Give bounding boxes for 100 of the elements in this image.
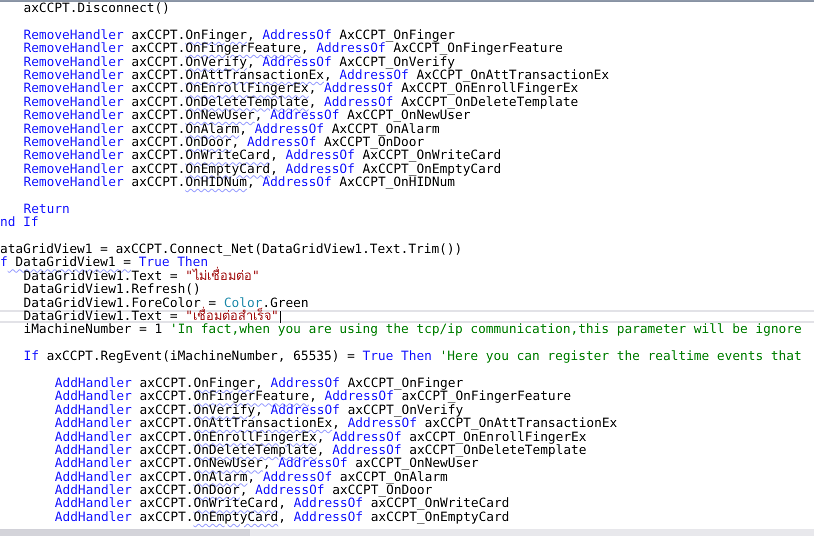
code-keyword: AddressOf xyxy=(270,109,340,123)
code-text: , xyxy=(255,376,263,390)
code-text: , xyxy=(316,444,324,458)
code-identifier: OnEmptyCard xyxy=(185,162,270,176)
code-text: , xyxy=(239,122,247,136)
code-keyword: AddressOf xyxy=(324,82,394,96)
code-keyword: AddressOf xyxy=(339,68,409,82)
code-text: , xyxy=(309,390,317,404)
code-text: AxCCPT_OnHIDNum xyxy=(338,176,455,190)
code-identifier: DataGridView1 = xyxy=(14,256,131,270)
code-text: axCCPT. xyxy=(130,68,186,82)
code-text: , xyxy=(232,136,240,150)
code-text: , xyxy=(278,497,287,511)
code-keyword: AddressOf xyxy=(270,376,340,390)
code-text: , xyxy=(254,109,262,123)
code-text: , xyxy=(240,484,248,498)
code-identifier: OnDeleteTemplate xyxy=(185,96,309,110)
code-keyword: nd If xyxy=(0,216,39,230)
code-keyword: AddHandler xyxy=(54,390,132,404)
scrollbar-thumb[interactable] xyxy=(0,529,250,536)
code-keyword: RemoveHandler xyxy=(24,109,124,123)
code-keyword: AddressOf xyxy=(285,162,355,176)
code-text: axCCPT_OnAlarm xyxy=(340,470,448,484)
code-text: axCCPT. xyxy=(130,149,186,163)
code-text: AxCCPT_OnFingerFeature xyxy=(393,42,563,56)
code-keyword: AddHandler xyxy=(54,444,132,458)
code-text: AxCCPT_OnEnrollFingerEx xyxy=(400,82,578,96)
code-keyword: AddressOf xyxy=(348,417,417,431)
code-keyword: RemoveHandler xyxy=(24,149,124,163)
code-keyword: AddHandler xyxy=(54,484,132,498)
code-keyword: True Then xyxy=(138,256,208,270)
code-identifier: OnDeleteTemplate xyxy=(193,444,317,458)
code-text: axCCPT. xyxy=(138,404,194,418)
code-text: , xyxy=(270,162,278,176)
code-keyword: AddHandler xyxy=(54,430,132,444)
code-keyword: AddressOf xyxy=(316,42,386,56)
code-keyword: RemoveHandler xyxy=(24,82,124,96)
code-keyword: RemoveHandler xyxy=(24,28,124,42)
code-text: , xyxy=(308,82,318,96)
code-keyword: AddressOf xyxy=(324,390,394,404)
code-text: axCCPT. xyxy=(130,109,186,123)
code-identifier: OnAttTransactionEx xyxy=(185,68,324,82)
code-text: , xyxy=(332,417,340,431)
code-identifier: OnWriteCard xyxy=(185,149,270,163)
code-keyword: AddressOf xyxy=(262,470,332,484)
code-keyword: AddressOf xyxy=(294,510,363,524)
code-keyword: AddressOf xyxy=(332,430,402,444)
code-text: .Green xyxy=(262,296,309,310)
code-keyword: AddressOf xyxy=(285,149,355,163)
code-identifier: OnEnrollFingerEx xyxy=(193,430,317,444)
code-text: axCCPT_OnDeleteTemplate xyxy=(409,444,586,458)
code-keyword: RemoveHandler xyxy=(24,56,124,69)
code-text: axCCPT. xyxy=(130,136,186,150)
code-text: axCCPT. xyxy=(138,484,194,498)
code-keyword: AddressOf xyxy=(278,457,348,471)
code-text: , xyxy=(270,149,279,163)
code-text: axCCPT_OnNewUser xyxy=(355,457,479,471)
code-identifier: OnFinger xyxy=(185,28,247,42)
code-keyword: AddressOf xyxy=(294,497,363,511)
code-text: AxCCPT_OnAlarm xyxy=(332,122,440,136)
code-text: axCCPT. xyxy=(130,42,186,56)
code-identifier: OnNewUser xyxy=(193,457,263,471)
code-keyword: AddressOf xyxy=(270,404,340,418)
code-text: axCCPT_OnDoor xyxy=(332,484,432,498)
code-keyword: RemoveHandler xyxy=(24,136,124,150)
code-comment: 'Here you can register the realtime events that xyxy=(438,350,802,364)
code-identifier: OnHIDNum xyxy=(185,176,247,190)
code-keyword: RemoveHandler xyxy=(24,176,124,190)
code-identifier: OnEnrollFingerEx xyxy=(185,82,309,96)
code-text: , xyxy=(316,430,326,444)
code-text: axCCPT. xyxy=(138,457,194,471)
code-text: axCCPT. xyxy=(138,510,194,524)
code-keyword: RemoveHandler xyxy=(24,68,124,82)
code-text: DataGridView1.Text = xyxy=(24,310,178,324)
code-text: , xyxy=(324,68,332,82)
code-identifier: OnDoor xyxy=(185,136,232,150)
code-identifier: OnWriteCard xyxy=(193,497,278,511)
code-comment: 'In fact,when you are using the tcp/ip communication,this parameter will be ignore xyxy=(170,323,802,337)
code-keyword: AddHandler xyxy=(54,417,132,431)
code-text: AxCCPT_OnVerify xyxy=(338,56,455,69)
code-text: axCCPT_OnFingerFeature xyxy=(402,390,572,404)
horizontal-scrollbar[interactable] xyxy=(0,529,814,536)
code-text: , xyxy=(246,176,255,190)
code-identifier: OnEmptyCard xyxy=(193,510,278,524)
code-text: AxCCPT_OnNewUser xyxy=(347,109,470,123)
code-keyword: RemoveHandler xyxy=(24,122,124,136)
code-identifier: OnAlarm xyxy=(185,122,240,136)
code-keyword: AddressOf xyxy=(246,136,316,150)
code-text: axCCPT. xyxy=(130,162,186,176)
code-keyword: AddressOf xyxy=(255,484,324,498)
code-text: axCCPT. xyxy=(138,497,194,511)
code-keyword: AddHandler xyxy=(54,376,132,390)
code-text: axCCPT. xyxy=(130,82,186,96)
code-keyword: f xyxy=(0,256,8,270)
code-text: AxCCPT_OnEmptyCard xyxy=(362,162,502,176)
code-keyword: Return xyxy=(24,202,70,216)
code-keyword: AddHandler xyxy=(54,404,132,418)
code-keyword: AddHandler xyxy=(54,497,132,511)
code-text: axCCPT_OnWriteCard xyxy=(370,497,510,511)
code-identifier: OnVerify xyxy=(193,404,256,418)
